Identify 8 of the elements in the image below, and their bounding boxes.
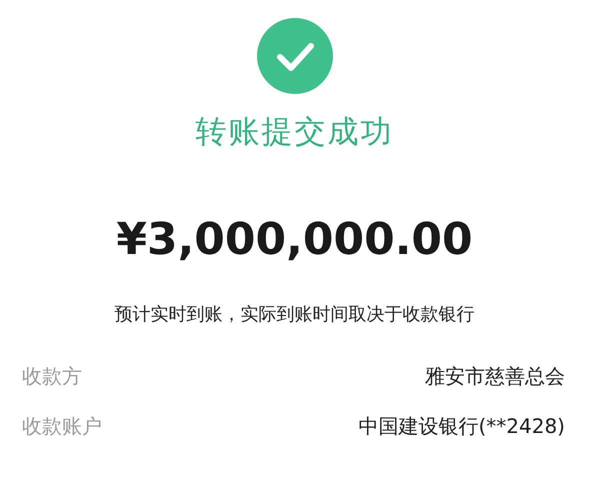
arrival-note: 预计实时到账，实际到账时间取决于收款银行 (114, 303, 474, 327)
checkmark-icon (256, 18, 332, 94)
transfer-amount: ¥3,000,000.00 (116, 213, 473, 267)
detail-value: 中国建设银行(**2428) (358, 413, 565, 440)
detail-label: 收款账户 (22, 413, 102, 440)
detail-label: 收款方 (22, 363, 82, 390)
success-title: 转账提交成功 (196, 113, 394, 152)
detail-value: 雅安市慈善总会 (425, 363, 565, 390)
